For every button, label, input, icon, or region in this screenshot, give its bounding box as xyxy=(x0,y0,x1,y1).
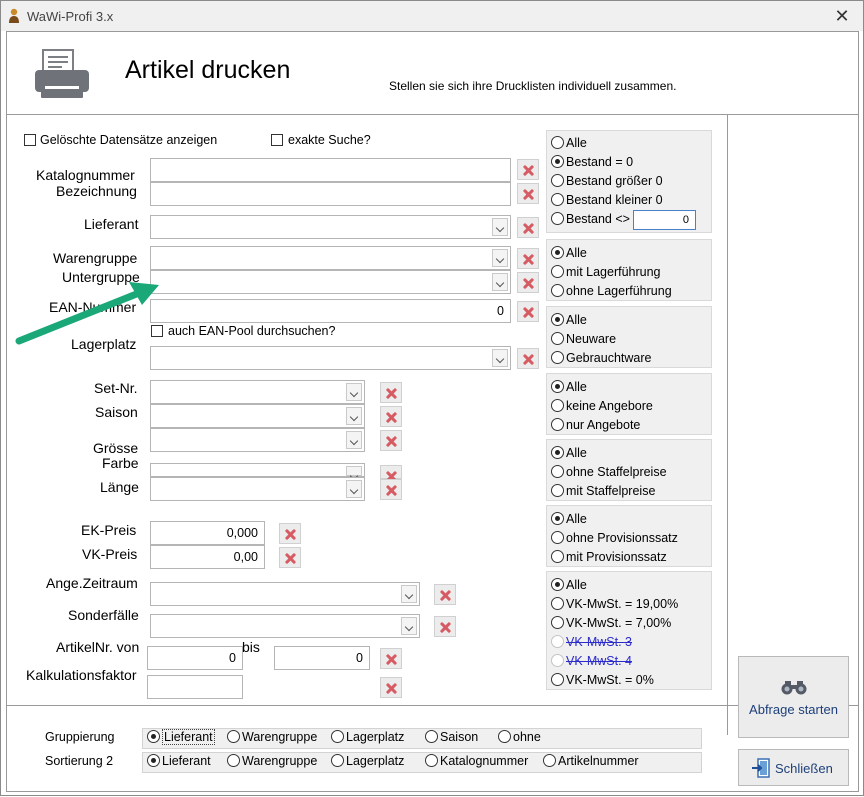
main-window: WaWi-Profi 3.x ✕ Artikel drucken Stellen… xyxy=(0,0,864,796)
annotation-arrow-icon xyxy=(15,282,159,345)
